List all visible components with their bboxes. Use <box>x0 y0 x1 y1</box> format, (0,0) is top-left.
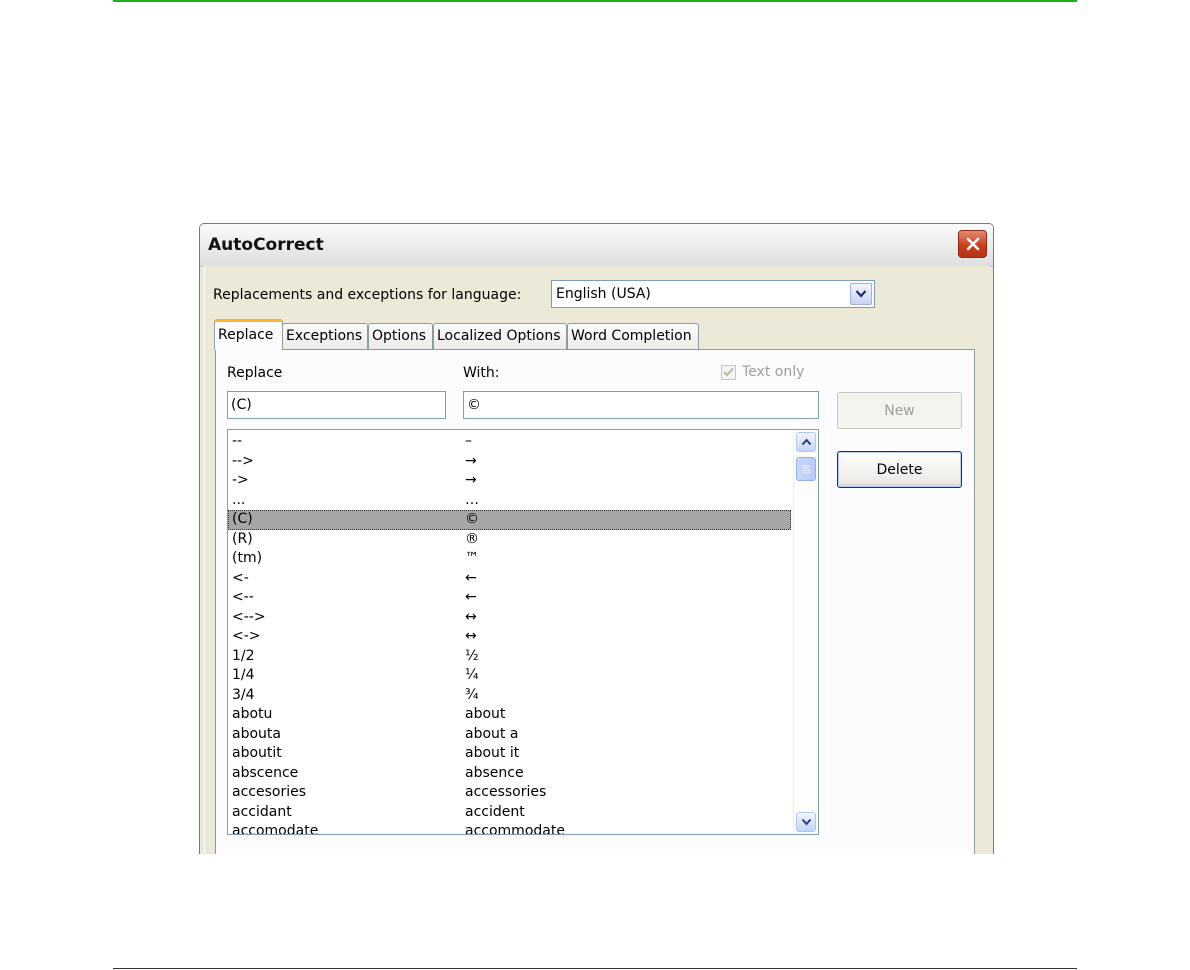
vertical-scrollbar[interactable] <box>793 430 818 834</box>
text-only-checkbox-group: Text only <box>721 361 804 383</box>
checkmark-icon <box>723 367 734 377</box>
delete-button[interactable]: Delete <box>837 451 962 488</box>
row-replace-text: <--> <box>232 608 266 625</box>
row-replace-text: abouta <box>232 725 281 742</box>
table-row[interactable]: 1/2 ½ <box>228 647 791 667</box>
replacement-rows: -- – --> → -> →...… (C) © (R) ® (tm) ™ <- ← <-- ← <--> ↔ <… <box>228 432 793 835</box>
row-replace-text: 3/4 <box>232 686 255 703</box>
row-replace-text: ... <box>232 491 246 508</box>
chevron-down-icon <box>855 290 867 298</box>
row-replace-text: <-> <box>232 628 261 644</box>
chevron-down-icon <box>801 818 811 826</box>
tab-replace[interactable]: Replace <box>214 319 283 350</box>
row-with-text: absence <box>465 764 524 781</box>
row-replace-text: aboutit <box>232 745 282 761</box>
table-row[interactable]: 1/4 ¼ <box>228 666 791 686</box>
new-button[interactable]: New <box>837 392 962 429</box>
table-row[interactable]: <-- ← <box>228 588 791 608</box>
row-with-text: ↔ <box>465 628 477 644</box>
row-replace-text: accomodate <box>232 823 319 835</box>
row-with-text: … <box>465 491 479 508</box>
autocorrect-dialog: AutoCorrect Replacements and exceptions … <box>199 223 994 854</box>
row-with-text: – <box>465 433 472 449</box>
tab-localized-options[interactable]: Localized Options <box>433 323 567 349</box>
close-button[interactable] <box>958 230 987 258</box>
replacement-table[interactable]: -- – --> → -> →...… (C) © (R) ® (tm) ™ <- ← <-- ← <--> ↔ <… <box>227 429 819 835</box>
row-replace-text: 1/2 <box>232 647 255 664</box>
scroll-down-button[interactable] <box>796 812 816 832</box>
row-with-text: accommodate <box>465 823 565 835</box>
row-with-text: ½ <box>465 647 479 664</box>
language-label: Replacements and exceptions for language… <box>213 287 522 303</box>
dialog-title: AutoCorrect <box>208 235 324 255</box>
language-select[interactable]: English (USA) <box>551 280 875 308</box>
table-row[interactable]: <-> ↔ <box>228 627 791 647</box>
table-row[interactable]: <- ← <box>228 569 791 589</box>
row-with-text: about a <box>465 725 519 742</box>
table-row[interactable]: accesories accessories <box>228 783 791 803</box>
text-only-label: Text only <box>742 364 805 380</box>
row-replace-text: abotu <box>232 706 273 722</box>
row-with-text: about it <box>465 745 520 761</box>
row-replace-text: <- <box>232 569 249 586</box>
tab-word-completion[interactable]: Word Completion <box>567 323 699 349</box>
table-row[interactable]: abotu about <box>228 705 791 725</box>
replace-input[interactable]: (C) <box>227 391 446 419</box>
row-with-text: © <box>465 511 479 527</box>
table-row[interactable]: aboutit about it <box>228 744 791 764</box>
row-with-text: ™ <box>465 550 479 566</box>
row-with-text: ® <box>465 530 479 547</box>
text-only-checkbox[interactable] <box>721 364 736 380</box>
chevron-up-icon <box>801 438 811 446</box>
table-row[interactable]: ... … <box>228 491 791 511</box>
row-replace-text: (C) <box>232 511 253 527</box>
row-with-text: accessories <box>465 784 547 800</box>
language-dropdown-button[interactable] <box>850 283 872 305</box>
bottom-rule <box>113 968 1077 969</box>
row-replace-text: -> <box>232 472 249 488</box>
row-with-text: ↔ <box>465 608 477 625</box>
with-label: With: <box>463 365 500 381</box>
row-with-text: ← <box>465 589 477 605</box>
table-row[interactable]: accomodate accommodate <box>228 822 791 835</box>
tab-exceptions[interactable]: Exceptions <box>282 323 368 349</box>
tab-options[interactable]: Options <box>368 323 433 349</box>
language-value: English (USA) <box>556 286 651 302</box>
replace-label: Replace <box>227 365 283 381</box>
title-bar[interactable]: AutoCorrect <box>200 224 993 267</box>
row-replace-text: --> <box>232 452 254 469</box>
row-with-text: accident <box>465 803 525 820</box>
table-row[interactable]: --> → <box>228 452 791 472</box>
table-row[interactable]: (tm) ™ <box>228 549 791 569</box>
row-replace-text: accesories <box>232 784 306 800</box>
row-replace-text: abscence <box>232 764 299 781</box>
table-row[interactable]: 3/4 ¾ <box>228 686 791 706</box>
row-with-text: ¼ <box>465 667 479 683</box>
grip-icon <box>802 465 810 473</box>
table-row[interactable]: (R) ® <box>228 530 791 550</box>
table-row[interactable]: -- – <box>228 432 791 452</box>
row-with-text: → <box>465 452 477 469</box>
top-rule <box>113 0 1077 2</box>
with-input[interactable]: © <box>463 391 819 419</box>
row-replace-text: 1/4 <box>232 667 255 683</box>
table-row[interactable]: <--> ↔ <box>228 608 791 628</box>
row-replace-text: (R) <box>232 530 253 547</box>
row-with-text: → <box>465 472 477 488</box>
row-replace-text: accidant <box>232 803 292 820</box>
table-row[interactable]: abscence absence <box>228 764 791 784</box>
scroll-up-button[interactable] <box>796 432 816 452</box>
close-icon <box>966 237 979 251</box>
row-replace-text: -- <box>232 433 243 449</box>
scroll-thumb[interactable] <box>796 457 816 481</box>
row-replace-text: <-- <box>232 589 254 605</box>
table-row[interactable]: (C) © <box>228 510 791 530</box>
table-row[interactable]: abouta about a <box>228 725 791 745</box>
row-with-text: ¾ <box>465 686 479 703</box>
table-row[interactable]: accidant accident <box>228 803 791 823</box>
row-with-text: about <box>465 706 506 722</box>
row-with-text: ← <box>465 569 477 586</box>
table-row[interactable]: -> → <box>228 471 791 491</box>
row-replace-text: (tm) <box>232 550 263 566</box>
